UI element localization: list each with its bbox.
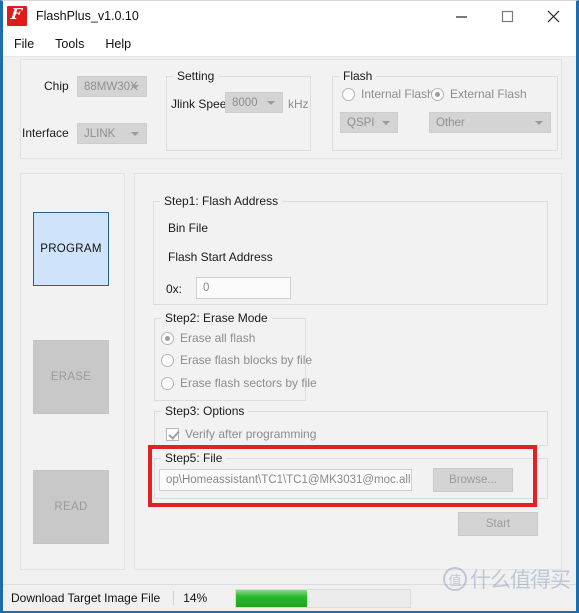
- setting-group-legend: Setting: [177, 69, 215, 83]
- flash-start-address-label: Flash Start Address: [168, 250, 273, 264]
- menu-item-file[interactable]: File: [14, 34, 45, 54]
- chip-select[interactable]: 88MW30X: [77, 76, 147, 97]
- radio-icon: [161, 353, 174, 367]
- radio-erase-all-flash[interactable]: Erase all flash: [161, 331, 255, 345]
- chevron-down-icon: [535, 120, 543, 125]
- radio-erase-sectors-by-file[interactable]: Erase flash sectors by file: [161, 376, 317, 390]
- app-window: FlashPlus_v1.0.10 File Tools Help Chip 8…: [0, 0, 579, 613]
- internal-flash-type-select[interactable]: QSPI: [340, 112, 398, 133]
- radio-erase-sectors-by-file-label: Erase flash sectors by file: [180, 376, 317, 390]
- erase-button[interactable]: ERASE: [33, 340, 109, 414]
- status-percent: 14%: [173, 591, 207, 605]
- read-button-label: READ: [54, 501, 88, 513]
- browse-button-label: Browse...: [449, 474, 497, 486]
- radio-erase-blocks-by-file-label: Erase flash blocks by file: [180, 353, 313, 367]
- status-bar: Download Target Image File 14%: [3, 584, 576, 611]
- close-icon[interactable]: [530, 1, 576, 31]
- jlink-speed-unit: kHz: [288, 97, 309, 111]
- program-button-label: PROGRAM: [40, 243, 102, 255]
- chevron-down-icon: [382, 120, 390, 125]
- jlink-speed-value: 8000: [232, 96, 258, 109]
- chip-select-value: 88MW30X: [84, 80, 138, 93]
- start-button-label: Start: [485, 518, 511, 530]
- erase-button-label: ERASE: [50, 371, 92, 383]
- flash-group: Flash: [332, 69, 558, 151]
- step5-legend: Step5: File: [165, 451, 223, 465]
- bin-file-label: Bin File: [168, 221, 209, 235]
- checkbox-verify-after-programming[interactable]: Verify after programming: [166, 427, 316, 441]
- interface-label: Interface: [22, 126, 69, 140]
- file-path-input[interactable]: op\Homeassistant\TC1\TC1@MK3031@moc.all.…: [159, 469, 412, 491]
- checkbox-icon-checked: [166, 427, 179, 441]
- external-flash-type-select[interactable]: Other: [429, 112, 551, 133]
- hex-prefix-label: 0x:: [166, 282, 183, 296]
- progress-bar: [235, 589, 411, 608]
- title-bar: FlashPlus_v1.0.10: [3, 1, 576, 31]
- interface-select[interactable]: JLINK: [77, 123, 147, 144]
- menu-bar: File Tools Help: [3, 31, 576, 57]
- radio-icon-selected: [161, 331, 174, 345]
- step1-legend: Step1: Flash Address: [164, 194, 279, 208]
- window-controls: [438, 1, 576, 31]
- chevron-down-icon: [267, 100, 275, 105]
- radio-internal-flash-label: Internal Flash: [361, 87, 434, 101]
- chip-label: Chip: [44, 79, 69, 93]
- radio-icon: [342, 87, 355, 101]
- window-title: FlashPlus_v1.0.10: [36, 9, 139, 23]
- read-button[interactable]: READ: [33, 470, 109, 544]
- menu-item-help[interactable]: Help: [105, 34, 142, 54]
- flash-group-legend: Flash: [343, 69, 373, 83]
- flashplus-app-icon: [7, 6, 27, 26]
- radio-icon: [161, 376, 174, 390]
- interface-select-value: JLINK: [84, 127, 116, 140]
- radio-internal-flash[interactable]: Internal Flash: [342, 87, 434, 101]
- radio-external-flash-label: External Flash: [450, 87, 527, 101]
- radio-erase-all-flash-label: Erase all flash: [180, 331, 256, 345]
- start-button[interactable]: Start: [458, 512, 538, 536]
- minimize-icon[interactable]: [438, 1, 484, 31]
- external-flash-type-value: Other: [436, 116, 465, 129]
- flash-address-input[interactable]: 0: [196, 277, 291, 299]
- internal-flash-type-value: QSPI: [347, 116, 375, 129]
- status-message: Download Target Image File: [11, 591, 161, 605]
- progress-bar-fill: [236, 590, 307, 607]
- program-button[interactable]: PROGRAM: [33, 212, 109, 286]
- chevron-down-icon: [131, 84, 139, 89]
- menu-item-tools[interactable]: Tools: [55, 34, 95, 54]
- maximize-icon[interactable]: [484, 1, 530, 31]
- jlink-speed-label: Jlink Speed: [171, 97, 234, 111]
- file-path-value: op\Homeassistant\TC1\TC1@MK3031@moc.all.…: [166, 474, 412, 486]
- jlink-speed-select[interactable]: 8000: [225, 92, 283, 113]
- step3-legend: Step3: Options: [165, 404, 245, 418]
- flash-address-value: 0: [203, 282, 210, 294]
- radio-icon-selected: [431, 87, 444, 101]
- checkbox-verify-label: Verify after programming: [185, 427, 317, 441]
- radio-external-flash[interactable]: External Flash: [431, 87, 527, 101]
- radio-erase-blocks-by-file[interactable]: Erase flash blocks by file: [161, 353, 312, 367]
- step2-legend: Step2: Erase Mode: [165, 311, 268, 325]
- chevron-down-icon: [131, 131, 139, 136]
- browse-button[interactable]: Browse...: [433, 468, 513, 492]
